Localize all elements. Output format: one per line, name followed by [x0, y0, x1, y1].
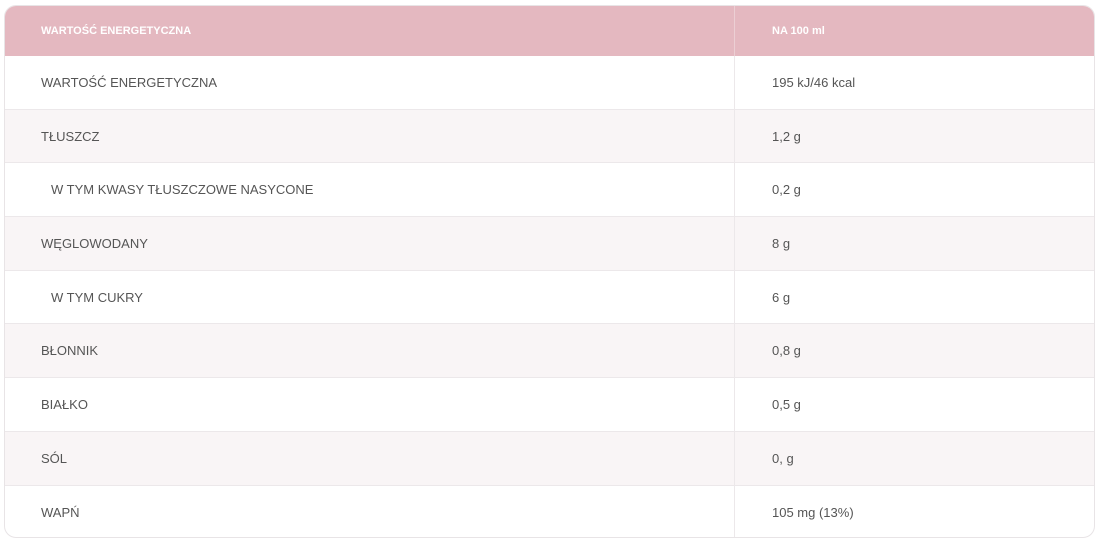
row-name-cell: BIAŁKO — [5, 378, 735, 431]
row-name-cell: TŁUSZCZ — [5, 109, 735, 163]
table-row-fiber: BŁONNIK 0,8 g — [5, 324, 1094, 379]
row-value-cell: 195 kJ/46 kcal — [772, 74, 856, 90]
row-name-cell: WAPŃ — [5, 485, 735, 537]
row-value-cell: 1,2 g — [772, 128, 801, 144]
row-value-cell: 105 mg (13%) — [772, 504, 854, 520]
row-value-cell: 0, g — [772, 450, 794, 466]
table-row-carbohydrates: WĘGLOWODANY 8 g — [5, 217, 1094, 271]
table-row-saturated-fat: W TYM KWASY TŁUSZCZOWE NASYCONE 0,2 g — [5, 163, 1094, 218]
table-row-calcium: WAPŃ 105 mg (13%) — [5, 485, 1094, 537]
row-value-cell: 6 g — [772, 289, 791, 305]
table-row-protein: BIAŁKO 0,5 g — [5, 378, 1094, 432]
row-value-cell: 0,5 g — [772, 396, 801, 412]
row-name-cell: W TYM KWASY TŁUSZCZOWE NASYCONE — [5, 163, 735, 217]
table-header-row: WARTOŚĆ ENERGETYCZNA NA 100 ml — [5, 6, 1094, 56]
row-value-cell: 8 g — [772, 235, 791, 251]
header-name-cell: WARTOŚĆ ENERGETYCZNA — [5, 6, 735, 56]
row-name-cell: WARTOŚĆ ENERGETYCZNA — [5, 56, 735, 109]
header-value-cell: NA 100 ml — [772, 25, 825, 37]
row-value-cell: 0,2 g — [772, 182, 801, 198]
row-name-cell: SÓL — [5, 431, 735, 485]
table-row-salt: SÓL 0, g — [5, 431, 1094, 486]
nutrition-table: WARTOŚĆ ENERGETYCZNA NA 100 ml WARTOŚĆ E… — [4, 5, 1095, 538]
row-name-cell: W TYM CUKRY — [5, 270, 735, 324]
table-row-sugars: W TYM CUKRY 6 g — [5, 270, 1094, 325]
table-row-fat: TŁUSZCZ 1,2 g — [5, 109, 1094, 164]
row-name-cell: BŁONNIK — [5, 324, 735, 378]
table-row-energy: WARTOŚĆ ENERGETYCZNA 195 kJ/46 kcal — [5, 56, 1094, 110]
row-value-cell: 0,8 g — [772, 343, 801, 359]
row-name-cell: WĘGLOWODANY — [5, 217, 735, 270]
